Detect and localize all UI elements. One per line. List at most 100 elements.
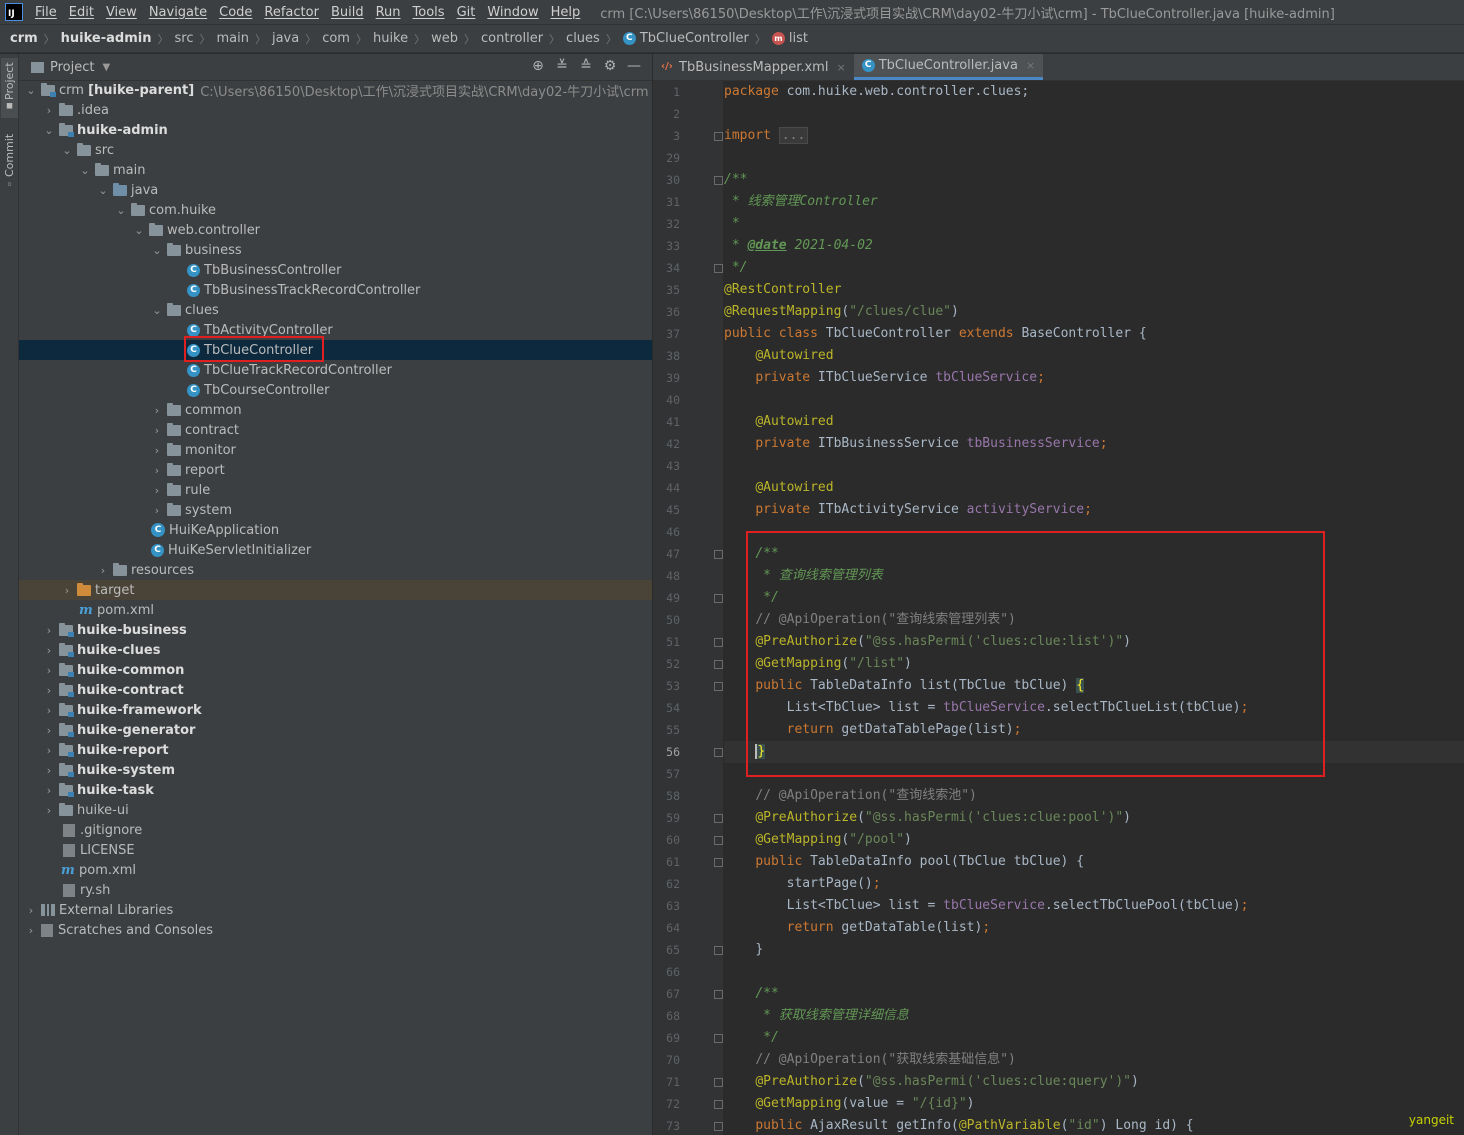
fold-marker-icon[interactable] [714,1078,723,1087]
close-icon[interactable]: × [836,61,845,74]
tree-item-rule[interactable]: › rule [19,480,652,500]
menu-refactor[interactable]: Refactor [258,5,325,20]
tree-item-src[interactable]: ⌄ src [19,140,652,160]
chevron-right-icon[interactable]: › [151,404,163,417]
menu-code[interactable]: Code [213,5,258,20]
fold-marker-icon[interactable] [714,990,723,999]
tab-tbcluecontroller-java[interactable]: C TbClueController.java × [853,54,1044,80]
tree-item-huike-business[interactable]: › huike-business [19,620,652,640]
tree-item-crm[interactable]: ⌄ crm [huike-parent] C:\Users\86150\Deskto… [19,80,652,100]
tree-item-admin-pom[interactable]: m pom.xml [19,600,652,620]
chevron-right-icon[interactable]: › [43,644,55,657]
tree-item-huikeservletinitializer[interactable]: C HuiKeServletInitializer [19,540,652,560]
chevron-right-icon[interactable]: › [43,784,55,797]
fold-marker-icon[interactable] [714,1122,723,1131]
menu-navigate[interactable]: Navigate [143,5,213,20]
fold-marker-icon[interactable] [714,946,723,955]
tree-item-huike-generator[interactable]: › huike-generator [19,720,652,740]
chevron-down-icon[interactable]: ⌄ [133,224,145,237]
chevron-down-icon[interactable]: ▼ [102,62,110,73]
tree-item-huike-admin[interactable]: ⌄ huike-admin [19,120,652,140]
gear-icon[interactable]: ⚙ [598,58,622,74]
tree-item-scratches[interactable]: › Scratches and Consoles [19,920,652,940]
chevron-right-icon[interactable]: › [43,684,55,697]
tree-item-contract[interactable]: › contract [19,420,652,440]
breadcrumb-item-web[interactable]: web [431,31,458,46]
fold-marker-icon[interactable] [714,594,723,603]
breadcrumb-item-controller[interactable]: controller [481,31,543,46]
expand-all-icon[interactable]: ≚ [550,58,574,74]
tree-item-tbbusinesscontroller[interactable]: C TbBusinessController [19,260,652,280]
fold-marker-icon[interactable] [714,682,723,691]
tree-item-huike-ui[interactable]: › huike-ui [19,800,652,820]
locate-icon[interactable]: ⊕ [526,58,550,74]
commit-tool-button[interactable]: ◦ Commit [1,130,18,194]
tree-item-monitor[interactable]: › monitor [19,440,652,460]
tree-item-system[interactable]: › system [19,500,652,520]
tree-item-idea[interactable]: › .idea [19,100,652,120]
chevron-right-icon[interactable]: › [43,624,55,637]
menu-file[interactable]: File [29,5,63,20]
tree-item-tbcluetrackrecordcontroller[interactable]: C TbClueTrackRecordController [19,360,652,380]
breadcrumb-item-huike[interactable]: huike [373,31,408,46]
breadcrumb-item-java[interactable]: java [272,31,299,46]
chevron-right-icon[interactable]: › [43,764,55,777]
breadcrumb-item-src[interactable]: src [174,31,193,46]
chevron-right-icon[interactable]: › [97,564,109,577]
menu-window[interactable]: Window [481,5,544,20]
chevron-down-icon[interactable]: ⌄ [97,184,109,197]
chevron-down-icon[interactable]: ⌄ [79,164,91,177]
tree-item-clues[interactable]: ⌄ clues [19,300,652,320]
tree-item-external-libraries[interactable]: › External Libraries [19,900,652,920]
tree-item-huike-system[interactable]: › huike-system [19,760,652,780]
breadcrumb-item-crm[interactable]: crm [10,31,38,46]
folded-imports[interactable]: ... [778,127,809,144]
breadcrumb-item-huike-admin[interactable]: huike-admin [61,31,152,46]
tree-item-tbcoursecontroller[interactable]: C TbCourseController [19,380,652,400]
chevron-right-icon[interactable]: › [43,664,55,677]
tree-item-gitignore[interactable]: .gitignore [19,820,652,840]
project-panel-title[interactable]: Project [50,60,94,75]
tree-item-huike-framework[interactable]: › huike-framework [19,700,652,720]
chevron-down-icon[interactable]: ⌄ [25,84,37,97]
menu-git[interactable]: Git [451,5,482,20]
chevron-right-icon[interactable]: › [151,504,163,517]
tree-item-license[interactable]: LICENSE [19,840,652,860]
tree-item-main[interactable]: ⌄ main [19,160,652,180]
fold-marker-icon[interactable] [714,1100,723,1109]
tree-item-report[interactable]: › report [19,460,652,480]
tree-item-huike-task[interactable]: › huike-task [19,780,652,800]
breadcrumb-item-clues[interactable]: clues [566,31,600,46]
chevron-right-icon[interactable]: › [25,904,37,917]
breadcrumb-item-com[interactable]: com [322,31,350,46]
fold-marker-icon[interactable] [714,748,723,757]
fold-marker-icon[interactable] [714,858,723,867]
fold-marker-icon[interactable] [714,132,723,141]
close-icon[interactable]: × [1026,59,1035,72]
tree-item-huike-clues[interactable]: › huike-clues [19,640,652,660]
tree-item-common[interactable]: › common [19,400,652,420]
chevron-down-icon[interactable]: ⌄ [61,144,73,157]
tree-item-business[interactable]: ⌄ business [19,240,652,260]
fold-marker-icon[interactable] [714,660,723,669]
menu-edit[interactable]: Edit [63,5,100,20]
breadcrumb-item-class[interactable]: C TbClueController [622,31,749,46]
chevron-down-icon[interactable]: ⌄ [43,124,55,137]
menu-build[interactable]: Build [325,5,370,20]
fold-marker-icon[interactable] [714,814,723,823]
chevron-down-icon[interactable]: ⌄ [151,244,163,257]
tree-item-root-pom[interactable]: m pom.xml [19,860,652,880]
collapse-all-icon[interactable]: ≙ [574,58,598,74]
fold-marker-icon[interactable] [714,176,723,185]
tree-item-huike-common[interactable]: › huike-common [19,660,652,680]
fold-marker-icon[interactable] [714,550,723,559]
chevron-right-icon[interactable]: › [151,464,163,477]
tree-item-tbbusinesstrackrecordcontroller[interactable]: C TbBusinessTrackRecordController [19,280,652,300]
breadcrumb-item-main[interactable]: main [216,31,248,46]
fold-marker-icon[interactable] [714,638,723,647]
tree-item-huike-report[interactable]: › huike-report [19,740,652,760]
chevron-right-icon[interactable]: › [151,444,163,457]
tree-item-web-controller[interactable]: ⌄ web.controller [19,220,652,240]
breadcrumb-item-method[interactable]: m list [771,31,808,46]
tree-item-com-huike[interactable]: ⌄ com.huike [19,200,652,220]
